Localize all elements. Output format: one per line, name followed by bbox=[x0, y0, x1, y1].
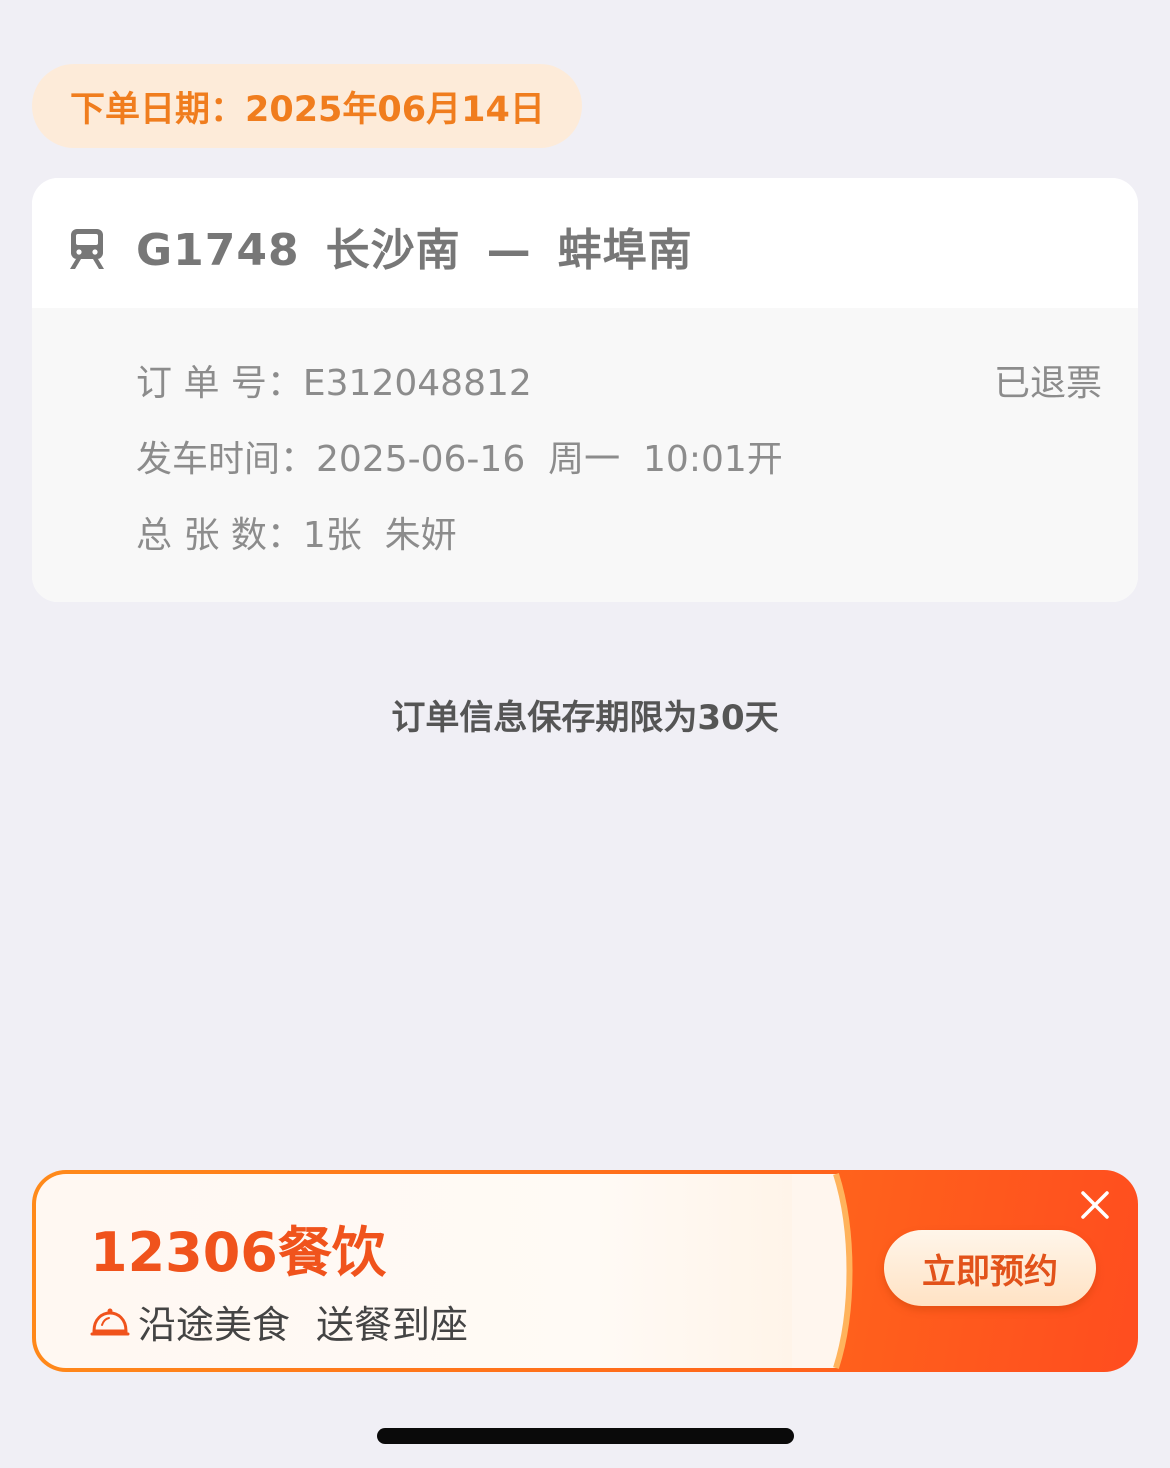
retention-note: 订单信息保存期限为30天 bbox=[391, 698, 779, 738]
ticket-count-value: 1张 朱妍 bbox=[302, 515, 457, 556]
train-number: G1748 bbox=[136, 225, 300, 276]
train-icon bbox=[70, 229, 104, 269]
home-indicator[interactable] bbox=[377, 1428, 794, 1444]
close-icon[interactable] bbox=[1078, 1188, 1112, 1222]
refund-status-badge: 已退票 bbox=[993, 363, 1102, 404]
catering-banner[interactable]: 12306餐饮 沿途美食 送餐到座 立即预约 bbox=[32, 1170, 1138, 1372]
departure-time-label: 发车时间： bbox=[136, 439, 317, 480]
order-date-text: 下单日期：2025年06月14日 bbox=[70, 89, 545, 130]
order-card[interactable]: G1748 长沙南 — 蚌埠南 订 单 号：E312048812 已退票 发车时间：2… bbox=[32, 178, 1138, 602]
banner-divider-curve bbox=[792, 1173, 853, 1369]
book-now-button[interactable]: 立即预约 bbox=[884, 1230, 1096, 1306]
order-number-row: 订 单 号：E312048812 bbox=[136, 354, 532, 406]
order-date-badge: 下单日期：2025年06月14日 bbox=[32, 64, 582, 148]
departure-time-row: 发车时间：2025-06-16 周一 10:01开 bbox=[136, 430, 783, 482]
order-card-body: 订 单 号：E312048812 已退票 发车时间：2025-06-16 周一 … bbox=[32, 308, 1138, 602]
ticket-count-label: 总 张 数： bbox=[136, 515, 303, 556]
departure-station: 长沙南 bbox=[325, 225, 461, 276]
meal-cloche-icon bbox=[90, 1308, 130, 1335]
banner-subtitle-2: 送餐到座 bbox=[316, 1303, 469, 1347]
banner-subtitle: 沿途美食 送餐到座 bbox=[90, 1294, 468, 1349]
ticket-count-row: 总 张 数：1张 朱妍 bbox=[136, 506, 457, 558]
arrival-station: 蚌埠南 bbox=[557, 225, 693, 276]
banner-content-panel: 12306餐饮 沿途美食 送餐到座 bbox=[36, 1174, 836, 1368]
banner-title: 12306餐饮 bbox=[90, 1221, 386, 1284]
route-separator: — bbox=[486, 225, 532, 276]
order-card-header: G1748 长沙南 — 蚌埠南 bbox=[32, 178, 1138, 308]
order-number-value: E312048812 bbox=[302, 363, 532, 404]
order-number-label: 订 单 号： bbox=[136, 363, 303, 404]
train-route-title: G1748 长沙南 — 蚌埠南 bbox=[136, 214, 719, 278]
banner-subtitle-1: 沿途美食 bbox=[138, 1303, 291, 1347]
departure-time-value: 2025-06-16 周一 10:01开 bbox=[316, 439, 783, 480]
